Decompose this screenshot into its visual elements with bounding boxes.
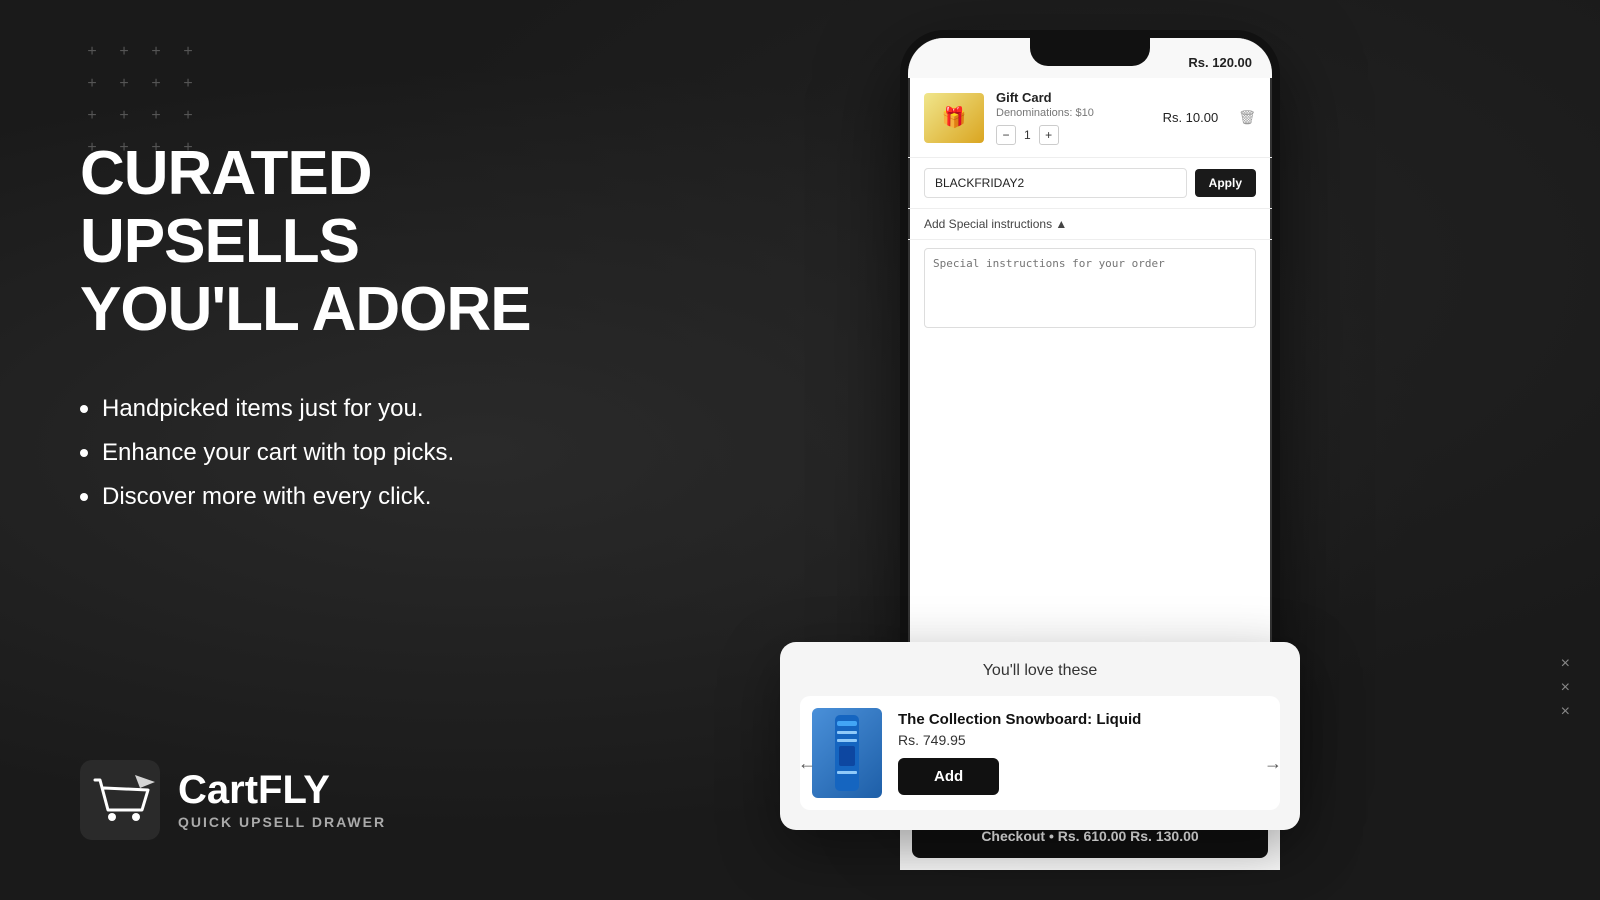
plus-icon: + [112, 40, 136, 64]
left-content-area: CURATED UPSELLS YOU'LL ADORE Handpicked … [80, 140, 660, 527]
upsell-next-button[interactable]: → [1258, 748, 1288, 778]
x-mark-icon: × [1561, 704, 1570, 720]
phone-notch [1030, 38, 1150, 66]
upsell-title: You'll love these [800, 662, 1280, 680]
upsell-product-name: The Collection Snowboard: Liquid [898, 711, 1268, 728]
headline-line1: CURATED UPSELLS [80, 140, 660, 276]
cart-item-qty: − 1 + [996, 125, 1151, 145]
plus-icon: + [80, 40, 104, 64]
upsell-card: You'll love these ← The Collection Snowb… [780, 642, 1300, 830]
cart-item-price: Rs. 10.00 [1163, 110, 1219, 125]
bullet-list: Handpicked items just for you. Enhance y… [80, 395, 660, 511]
upsell-add-button[interactable]: Add [898, 758, 999, 795]
bullet-dot [80, 493, 88, 501]
status-price: Rs. 120.00 [1188, 55, 1252, 70]
trash-icon[interactable]: 🗑 [1238, 109, 1256, 126]
gift-card-image: 🎁 [924, 93, 984, 143]
cart-item-info: Gift Card Denominations: $10 − 1 + [996, 90, 1151, 145]
plus-icon: + [144, 72, 168, 96]
cart-item-name: Gift Card [996, 90, 1151, 105]
qty-number: 1 [1024, 128, 1031, 142]
x-mark-icon: × [1561, 680, 1570, 696]
plus-icon: + [144, 40, 168, 64]
brand-subtitle: QUICK UPSELL DRAWER [178, 814, 386, 830]
plus-icon: + [176, 104, 200, 128]
x-mark-icon: × [1561, 656, 1570, 672]
upsell-product-info: The Collection Snowboard: Liquid Rs. 749… [898, 711, 1268, 795]
headline: CURATED UPSELLS YOU'LL ADORE [80, 140, 660, 345]
cartfly-logo-icon [80, 760, 160, 840]
brand-text: CartFLY QUICK UPSELL DRAWER [178, 770, 386, 830]
brand-name: CartFLY [178, 770, 386, 810]
bullet-dot [80, 405, 88, 413]
upsell-product-image [812, 708, 882, 798]
brand-area: CartFLY QUICK UPSELL DRAWER [80, 760, 386, 840]
apply-button[interactable]: Apply [1195, 169, 1256, 197]
upsell-prev-button[interactable]: ← [792, 748, 822, 778]
plus-icon: + [112, 104, 136, 128]
cart-item-denomination: Denominations: $10 [996, 107, 1151, 119]
cart-item-gift-card: 🎁 Gift Card Denominations: $10 − 1 + Rs.… [908, 78, 1272, 158]
special-instructions-textarea[interactable] [924, 248, 1256, 328]
phone-content: 🎁 Gift Card Denominations: $10 − 1 + Rs.… [908, 78, 1272, 341]
snowboard-svg [827, 711, 867, 796]
qty-increase-button[interactable]: + [1039, 125, 1059, 145]
list-item: Enhance your cart with top picks. [80, 439, 660, 467]
bullet-dot [80, 449, 88, 457]
upsell-product-row: The Collection Snowboard: Liquid Rs. 749… [800, 696, 1280, 810]
upsell-product-container: ← The Collection Snowboard: Liquid Rs. 7… [800, 696, 1280, 810]
plus-icon: + [80, 72, 104, 96]
list-item: Handpicked items just for you. [80, 395, 660, 423]
plus-icon: + [176, 40, 200, 64]
plus-icon: + [176, 72, 200, 96]
plus-icon: + [112, 72, 136, 96]
special-instructions-toggle[interactable]: Add Special instructions ▲ [908, 209, 1272, 240]
plus-icon: + [80, 104, 104, 128]
list-item: Discover more with every click. [80, 483, 660, 511]
x-marks-decoration: × × × [1561, 656, 1570, 720]
headline-line2: YOU'LL ADORE [80, 276, 660, 344]
qty-decrease-button[interactable]: − [996, 125, 1016, 145]
right-side: Rs. 120.00 🎁 Gift Card Denominations: $1… [780, 30, 1540, 870]
coupon-input[interactable] [924, 168, 1187, 198]
coupon-row: Apply [908, 158, 1272, 209]
upsell-product-price: Rs. 749.95 [898, 732, 1268, 748]
plus-icon: + [144, 104, 168, 128]
